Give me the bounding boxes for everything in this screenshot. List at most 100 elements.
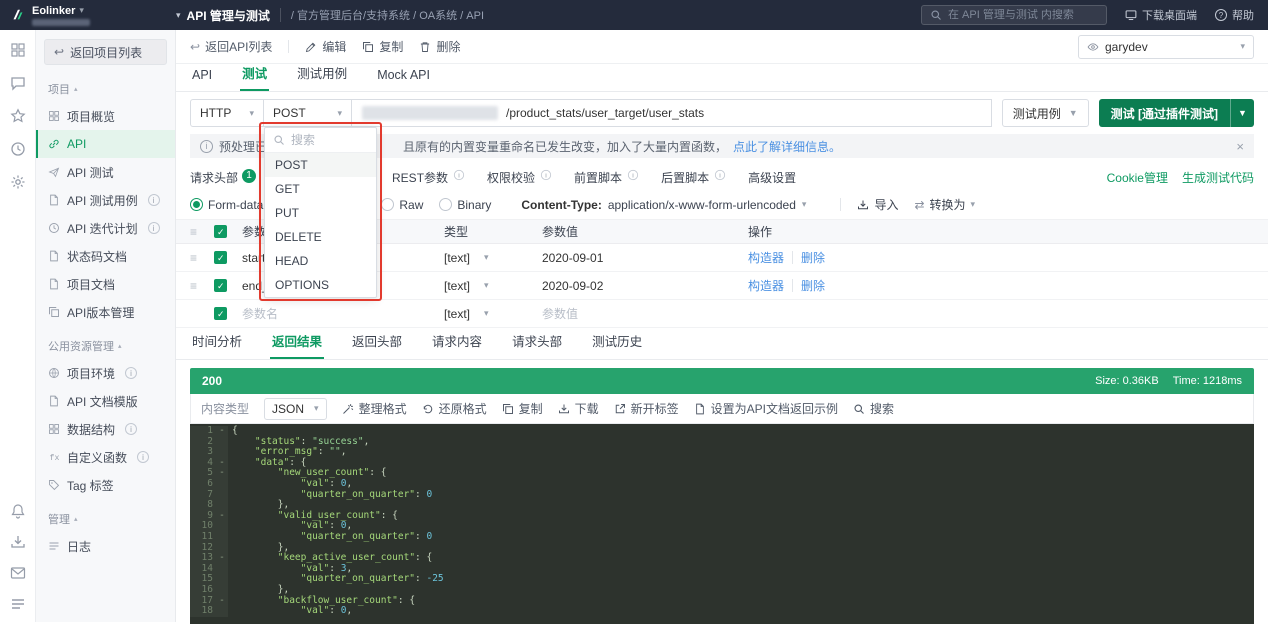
method-option[interactable]: GET bbox=[265, 177, 376, 201]
format-icon[interactable]: 整理格式 bbox=[342, 400, 407, 417]
delete-link[interactable]: 删除 bbox=[801, 249, 825, 266]
menu-icon[interactable] bbox=[10, 596, 26, 612]
tag-item[interactable]: Tag 标签 bbox=[36, 471, 175, 499]
import-button[interactable]: 导入 bbox=[857, 196, 898, 213]
environment-select[interactable]: garydev ▾ bbox=[1078, 34, 1254, 59]
new-tab-icon[interactable]: 新开标签 bbox=[614, 400, 679, 417]
param-value[interactable]: 2020-09-01 bbox=[542, 251, 748, 265]
param-type-select[interactable]: [text] ▾ bbox=[444, 307, 542, 321]
param-type-select[interactable]: [text] ▾ bbox=[444, 251, 542, 265]
search-icon[interactable]: 搜索 bbox=[853, 400, 894, 417]
back-to-api-list-button[interactable]: ↩ 返回API列表 bbox=[190, 38, 272, 55]
drag-handle-icon[interactable]: ≡ bbox=[190, 279, 214, 293]
page-tab[interactable]: 测试用例 bbox=[295, 63, 349, 91]
app-menu[interactable]: ▾ API 管理与测试 bbox=[176, 7, 270, 24]
drag-handle-icon[interactable]: ≡ bbox=[190, 251, 214, 265]
data-structure-item[interactable]: 数据结构 bbox=[36, 415, 175, 443]
section-title-admin[interactable]: 管理 ▴ bbox=[36, 499, 175, 532]
content-type-select[interactable]: Content-Type: application/x-www-form-url… bbox=[521, 198, 806, 212]
notifications-icon[interactable] bbox=[10, 503, 26, 519]
download-icon[interactable]: 下载 bbox=[558, 400, 599, 417]
request-tab[interactable]: REST参数 bbox=[392, 169, 465, 186]
body-type-radio[interactable]: Binary bbox=[439, 198, 491, 212]
body-type-radio[interactable]: Raw bbox=[381, 198, 423, 212]
protocol-select[interactable]: HTTP ▾ bbox=[190, 99, 264, 127]
param-value[interactable]: 2020-09-02 bbox=[542, 279, 748, 293]
delete-link[interactable]: 删除 bbox=[801, 277, 825, 294]
builder-link[interactable]: 构造器 bbox=[748, 249, 784, 266]
set-example-icon[interactable]: 设置为API文档返回示例 bbox=[694, 400, 838, 417]
request-tab[interactable]: 后置脚本 bbox=[661, 169, 726, 186]
body-type-radio[interactable]: Form-data bbox=[190, 198, 263, 212]
result-tab[interactable]: 请求内容 bbox=[430, 331, 484, 359]
result-tab[interactable]: 请求头部 bbox=[510, 331, 564, 359]
method-option[interactable]: OPTIONS bbox=[265, 273, 376, 297]
close-icon[interactable]: × bbox=[1236, 139, 1244, 154]
feedback-icon[interactable] bbox=[10, 565, 26, 581]
code-editor[interactable]: 1-{2 "status": "success", 3 "error_msg": … bbox=[190, 424, 1254, 624]
restore-icon[interactable]: 还原格式 bbox=[422, 400, 487, 417]
param-type-select[interactable]: [text] ▾ bbox=[444, 279, 542, 293]
convert-button[interactable]: ⇄ 转换为 ▾ bbox=[914, 196, 975, 213]
edit-button[interactable]: 编辑 bbox=[305, 38, 346, 55]
page-tab[interactable]: 测试 bbox=[240, 63, 270, 91]
help-button[interactable]: ? 帮助 bbox=[1215, 7, 1254, 23]
download-desktop-button[interactable]: 下载桌面端 bbox=[1125, 7, 1197, 23]
row-checkbox[interactable] bbox=[214, 307, 227, 321]
test-button[interactable]: 测试 [通过插件测试] bbox=[1098, 99, 1230, 127]
builder-link[interactable]: 构造器 bbox=[748, 277, 784, 294]
global-search-input[interactable] bbox=[948, 9, 1098, 21]
method-option[interactable]: POST bbox=[265, 153, 376, 177]
generate-test-code-link[interactable]: 生成测试代码 bbox=[1182, 169, 1254, 186]
download-client-icon[interactable] bbox=[10, 534, 26, 550]
result-tab[interactable]: 返回结果 bbox=[270, 331, 325, 359]
request-headers-tab[interactable]: 请求头部 1 bbox=[190, 168, 257, 186]
project-doc-item[interactable]: 项目文档 bbox=[36, 270, 175, 298]
project-overview-item[interactable]: 项目概览 bbox=[36, 102, 175, 130]
messages-icon[interactable] bbox=[10, 75, 26, 91]
url-input[interactable]: /product_stats/user_target/user_stats bbox=[351, 99, 992, 127]
log-item[interactable]: 日志 bbox=[36, 532, 175, 560]
page-tab[interactable]: Mock API bbox=[375, 68, 432, 91]
back-to-project-list-button[interactable]: ↩ 返回项目列表 bbox=[44, 39, 167, 65]
apps-icon[interactable] bbox=[10, 42, 26, 58]
new-param-name-input[interactable] bbox=[242, 306, 424, 321]
copy-button[interactable]: 复制 bbox=[362, 38, 403, 55]
api-version-item[interactable]: API版本管理 bbox=[36, 298, 175, 326]
method-option[interactable]: PUT bbox=[265, 201, 376, 225]
api-item[interactable]: API bbox=[36, 130, 175, 158]
status-code-doc-item[interactable]: 状态码文档 bbox=[36, 242, 175, 270]
settings-icon[interactable] bbox=[10, 174, 26, 190]
method-option[interactable]: DELETE bbox=[265, 225, 376, 249]
notice-detail-link[interactable]: 点此了解详细信息。 bbox=[733, 138, 841, 155]
copy-icon[interactable]: 复制 bbox=[502, 400, 543, 417]
method-select[interactable]: POST ▾ bbox=[263, 99, 352, 127]
global-search[interactable] bbox=[921, 5, 1107, 25]
result-tab[interactable]: 时间分析 bbox=[190, 331, 244, 359]
section-title-shared-resources[interactable]: 公用资源管理 ▴ bbox=[36, 326, 175, 359]
custom-function-item[interactable]: 自定义函数 bbox=[36, 443, 175, 471]
request-tab[interactable]: 高级设置 bbox=[748, 169, 796, 186]
method-search-input[interactable] bbox=[291, 133, 368, 147]
test-case-button[interactable]: 测试用例 ▼ bbox=[1001, 99, 1089, 127]
method-option[interactable]: HEAD bbox=[265, 249, 376, 273]
api-test-item[interactable]: API 测试 bbox=[36, 158, 175, 186]
result-tab[interactable]: 返回头部 bbox=[350, 331, 404, 359]
result-content-type-select[interactable]: JSON ▾ bbox=[264, 397, 327, 420]
delete-button[interactable]: 删除 bbox=[419, 38, 460, 55]
method-dropdown-search[interactable] bbox=[265, 128, 376, 153]
request-tab[interactable]: 前置脚本 bbox=[574, 169, 639, 186]
result-tab[interactable]: 测试历史 bbox=[590, 331, 644, 359]
row-checkbox[interactable] bbox=[214, 279, 227, 293]
page-tab[interactable]: API bbox=[190, 68, 214, 91]
section-title-project[interactable]: 项目 ▴ bbox=[36, 69, 175, 102]
api-test-case-item[interactable]: API 测试用例 bbox=[36, 186, 175, 214]
project-env-item[interactable]: 项目环境 bbox=[36, 359, 175, 387]
api-iteration-item[interactable]: API 迭代计划 bbox=[36, 214, 175, 242]
row-checkbox[interactable] bbox=[214, 251, 227, 265]
request-tab[interactable]: 权限校验 bbox=[487, 169, 552, 186]
test-button-dropdown[interactable]: ▼ bbox=[1230, 99, 1254, 127]
favorites-icon[interactable] bbox=[10, 108, 26, 124]
logo-area[interactable]: Eolinker ▾ bbox=[0, 5, 176, 26]
select-all-checkbox[interactable] bbox=[214, 225, 227, 239]
